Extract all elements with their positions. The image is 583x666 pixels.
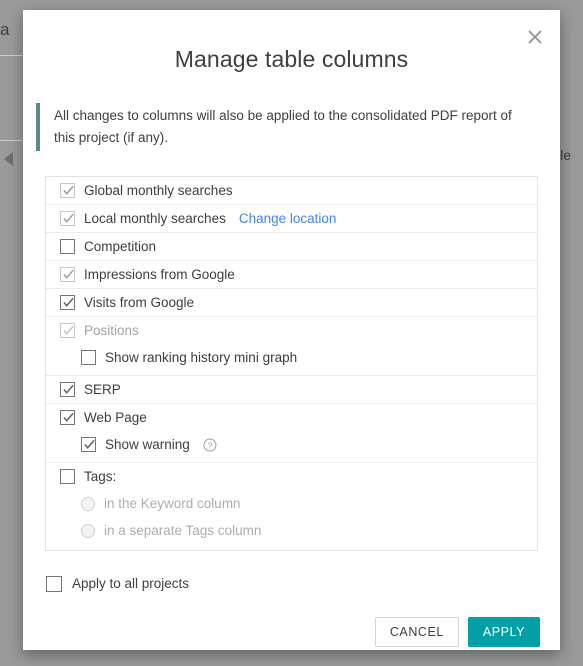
option-label: SERP [84, 381, 121, 397]
table-row: Global monthly searches [46, 177, 537, 205]
option-positions[interactable]: Positions [60, 317, 537, 344]
table-row: Local monthly searches Change location [46, 205, 537, 233]
checkbox-apply-to-all-projects[interactable] [46, 576, 62, 592]
option-show-ranking-history-mini-graph[interactable]: Show ranking history mini graph [60, 344, 537, 371]
checkbox-tags[interactable] [60, 469, 75, 484]
checkbox-competition[interactable] [60, 239, 75, 254]
table-row: Tags: in the Keyword column in a separat… [46, 463, 537, 544]
close-icon[interactable] [520, 22, 550, 52]
option-label: Local monthly searches [84, 210, 226, 226]
option-label: Global monthly searches [84, 182, 233, 198]
info-notice-text: All changes to columns will also be appl… [54, 108, 512, 145]
radio-in-keyword-column[interactable] [81, 496, 95, 511]
checkbox-web-page[interactable] [60, 410, 75, 425]
option-impressions-from-google[interactable]: Impressions from Google [60, 261, 537, 288]
help-icon[interactable]: ? [203, 438, 217, 452]
option-web-page[interactable]: Web Page [60, 404, 537, 431]
table-row: Visits from Google [46, 289, 537, 317]
checkbox-positions[interactable] [60, 323, 75, 338]
option-label: Impressions from Google [84, 266, 235, 282]
checkbox-local-monthly-searches[interactable] [60, 211, 75, 226]
background-text-left: a [0, 20, 10, 39]
background-divider [0, 55, 24, 56]
manage-table-columns-dialog: Manage table columns All changes to colu… [23, 10, 560, 650]
apply-to-all-projects-option[interactable]: Apply to all projects [46, 576, 560, 592]
apply-to-all-projects-label: Apply to all projects [72, 576, 190, 592]
checkbox-visits-from-google[interactable] [60, 295, 75, 310]
option-serp[interactable]: SERP [60, 376, 537, 403]
cancel-button[interactable]: CANCEL [374, 617, 459, 647]
info-notice: All changes to columns will also be appl… [36, 103, 533, 151]
table-row: Competition [46, 233, 537, 261]
dialog-button-bar: CANCEL APPLY [23, 617, 540, 647]
option-local-monthly-searches[interactable]: Local monthly searches Change location [60, 205, 537, 232]
checkbox-impressions-from-google[interactable] [60, 267, 75, 282]
table-row: SERP [46, 376, 537, 404]
checkbox-show-ranking-history-mini-graph[interactable] [81, 350, 96, 365]
collapse-caret-icon [4, 152, 13, 166]
option-label: Positions [84, 322, 139, 338]
option-global-monthly-searches[interactable]: Global monthly searches [60, 177, 537, 204]
background-divider [0, 140, 24, 141]
option-tags-in-separate-column[interactable]: in a separate Tags column [60, 517, 537, 544]
table-row: Positions Show ranking history mini grap… [46, 317, 537, 376]
checkbox-global-monthly-searches[interactable] [60, 183, 75, 198]
svg-text:?: ? [207, 440, 212, 450]
option-tags-in-keyword-column[interactable]: in the Keyword column [60, 490, 537, 517]
apply-button[interactable]: APPLY [467, 617, 540, 647]
option-label: Show warning [105, 436, 190, 452]
option-label: in the Keyword column [104, 495, 241, 511]
option-label: Web Page [84, 409, 147, 425]
option-label: Tags: [84, 468, 117, 484]
option-visits-from-google[interactable]: Visits from Google [60, 289, 537, 316]
checkbox-serp[interactable] [60, 382, 75, 397]
dialog-title: Manage table columns [174, 46, 409, 72]
table-row: Impressions from Google [46, 261, 537, 289]
option-label: Show ranking history mini graph [105, 349, 298, 365]
option-show-warning[interactable]: Show warning ? [60, 431, 537, 458]
option-competition[interactable]: Competition [60, 233, 537, 260]
option-label: Competition [84, 238, 157, 254]
change-location-link[interactable]: Change location [239, 211, 337, 226]
radio-in-separate-tags-column[interactable] [81, 523, 95, 538]
checkbox-show-warning[interactable] [81, 437, 96, 452]
column-options-list: Global monthly searches Local monthly se… [45, 176, 538, 551]
table-row: Web Page Show warning ? [46, 404, 537, 463]
option-label: in a separate Tags column [104, 522, 262, 538]
option-tags[interactable]: Tags: [60, 463, 537, 490]
option-label: Visits from Google [84, 294, 195, 310]
